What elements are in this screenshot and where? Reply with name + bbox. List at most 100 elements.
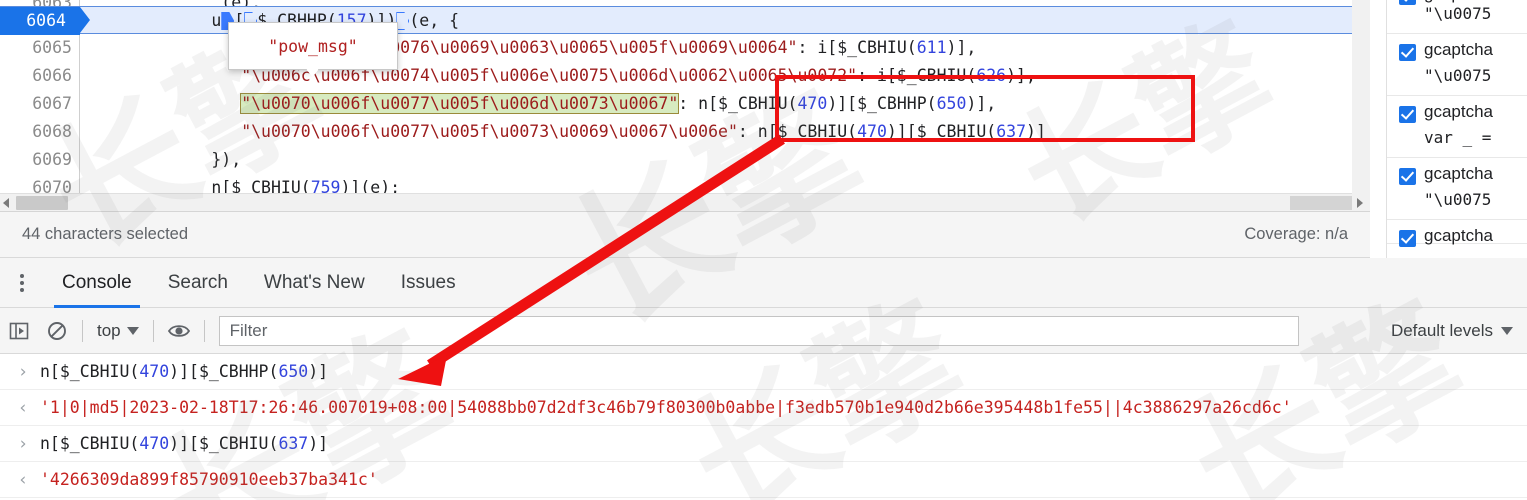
code-token: : i[$_CBHIU( <box>857 66 977 85</box>
console-filter-input[interactable] <box>229 320 1288 341</box>
more-options-icon[interactable] <box>0 258 44 308</box>
line-number: 6067 <box>32 94 72 113</box>
code-token: )][$_CBHIU( <box>169 434 279 453</box>
breakpoint-file-name: gcaptcha <box>1424 102 1493 121</box>
editor-vertical-scrollbar[interactable] <box>1352 0 1370 194</box>
breakpoint-file-name: gcaptcha <box>1424 226 1493 245</box>
code-line[interactable]: 6070 n[$_CBHIU(759)](e); <box>0 174 1370 194</box>
execution-context-label: top <box>97 320 121 340</box>
tab-console[interactable]: Console <box>44 258 150 308</box>
result-arrow-icon: ‹ <box>17 398 29 418</box>
code-text: "\u0070\u006f\u0077\u005f\u0073\u0069\u0… <box>82 118 1046 146</box>
input-arrow-icon: › <box>17 362 29 382</box>
chevron-down-icon <box>126 326 139 335</box>
console-message-text: '4266309da899f85790910eeb37ba341c' <box>40 470 378 489</box>
code-token: n[$_CBHIU( <box>211 178 311 194</box>
code-token: : i[$_CBHIU( <box>797 38 917 57</box>
code-token: 650 <box>936 94 967 113</box>
h-scrollbar-thumb-right[interactable] <box>1290 196 1352 210</box>
execution-context-selector[interactable]: top <box>89 316 147 346</box>
code-line[interactable]: 6065 "\u0064\u0065\u0076\u0069\u0063\u006… <box>0 34 1370 62</box>
console-filter-box[interactable] <box>218 315 1299 346</box>
selection-chip-outline <box>396 12 410 30</box>
console-input-row[interactable]: › n[$_CBHIU(470)][$_CBHHP(650)] <box>0 354 1527 390</box>
input-arrow-icon: › <box>17 434 29 454</box>
toolbar-divider <box>82 319 83 342</box>
editor-horizontal-scrollbar[interactable] <box>0 194 1370 212</box>
tab-issues[interactable]: Issues <box>383 258 474 308</box>
code-token: )], <box>1006 66 1036 85</box>
line-number: 6065 <box>32 38 72 57</box>
breakpoint-item[interactable]: gcaptcha var _ = <box>1387 96 1527 158</box>
breakpoint-item[interactable]: gcaptcha"\u0075 <box>1387 0 1527 34</box>
breakpoint-item[interactable]: gcaptcha"\u0075 <box>1387 158 1527 220</box>
result-arrow-icon: ‹ <box>17 470 29 490</box>
console-result-row[interactable]: ‹ '1|0|md5|2023-02-18T17:26:46.007019+08:… <box>0 390 1527 426</box>
code-text: "\u006c\u006f\u0074\u005f\u006e\u0075\u0… <box>82 62 1036 90</box>
line-number: 6068 <box>32 122 72 141</box>
breakpoint-code-snippet: var _ = <box>1424 128 1492 147</box>
line-number: 6066 <box>32 66 72 85</box>
tab-search[interactable]: Search <box>150 258 246 308</box>
code-line[interactable]: 6069}), <box>0 146 1370 174</box>
line-number: 6070 <box>32 178 72 194</box>
log-levels-selector[interactable]: Default levels <box>1385 321 1527 341</box>
code-line[interactable]: 6066 "\u006c\u006f\u0074\u005f\u006e\u007… <box>0 62 1370 90</box>
code-line[interactable]: 6067 "\u0070\u006f\u0077\u005f\u006d\u007… <box>0 90 1370 118</box>
code-lines-container[interactable]: 6063(e),6064u[$_CBHHP(157)])(e, {6065"\u… <box>0 0 1370 194</box>
console-input-row[interactable]: › n[$_CBHIU(470)][$_CBHIU(637)] <box>0 426 1527 462</box>
console-message-text: n[$_CBHIU(470)][$_CBHHP(650)] <box>40 354 328 390</box>
code-token: )], <box>946 38 977 57</box>
pow-msg-tooltip: "pow_msg" <box>228 22 398 70</box>
tab-label: Search <box>167 271 228 293</box>
code-line[interactable]: 6068 "\u0070\u006f\u0077\u005f\u0073\u006… <box>0 118 1370 146</box>
devtools-window: 6063(e),6064u[$_CBHHP(157)])(e, {6065"\u… <box>0 0 1527 500</box>
active-line-marker <box>80 7 90 33</box>
chevron-down-icon-levels <box>1501 326 1513 335</box>
code-token: 650 <box>278 362 309 381</box>
code-token: 637 <box>996 122 1027 141</box>
code-token: 626 <box>976 66 1007 85</box>
breakpoint-code-snippet: "\u0075 <box>1424 66 1492 85</box>
breakpoint-file-name: gcaptcha <box>1424 164 1493 183</box>
code-text: }), <box>82 146 241 174</box>
tab-what-s-new[interactable]: What's New <box>246 258 383 308</box>
code-token: 470 <box>139 362 170 381</box>
h-scrollbar-thumb[interactable] <box>16 196 68 210</box>
selection-status-text: 44 characters selected <box>22 225 189 243</box>
line-number: 6069 <box>32 150 72 169</box>
scroll-left-arrow-icon[interactable] <box>3 198 9 208</box>
clear-console-icon[interactable] <box>38 308 76 354</box>
code-token: )] <box>1026 122 1046 141</box>
code-token: )](e); <box>340 178 401 194</box>
line-number: 6064 <box>0 7 80 35</box>
breakpoint-item[interactable]: gcaptcha"\u0075 <box>1387 34 1527 96</box>
toolbar-divider-2 <box>152 319 154 342</box>
code-text: "\u0064\u0065\u0076\u0069\u0063\u0065\u0… <box>82 34 976 62</box>
code-token: "\u0070\u006f\u0077\u005f\u006d\u0073\u0… <box>240 93 680 114</box>
scroll-right-arrow-icon[interactable] <box>1357 198 1363 208</box>
code-line[interactable]: 6064 u[$_CBHHP(157)]) (e, { <box>0 6 1370 35</box>
live-expression-icon[interactable] <box>160 308 198 354</box>
breakpoint-item[interactable]: gcaptcha <box>1387 220 1527 247</box>
console-sidebar-toggle-icon[interactable] <box>0 308 38 354</box>
breakpoint-checkbox[interactable] <box>1399 0 1416 5</box>
console-messages-list[interactable]: › n[$_CBHIU(470)][$_CBHHP(650)] ‹ '1|0|md5|… <box>0 354 1527 500</box>
code-token: )] <box>308 362 329 381</box>
sources-code-editor[interactable]: 6063(e),6064u[$_CBHHP(157)])(e, {6065"\u… <box>0 0 1370 194</box>
code-token: )][$_CBHHP( <box>169 362 279 381</box>
breakpoints-side-panel[interactable]: gcaptcha "\u0075 gcaptcha "\u0075 gcaptcha va… <box>1386 0 1527 258</box>
console-result-row[interactable]: ‹ '4266309da899f85790910eeb37ba341c' <box>0 462 1527 498</box>
code-token: 637 <box>278 434 309 453</box>
code-token: n[$_CBHIU( <box>40 362 140 381</box>
breakpoint-checkbox[interactable] <box>1399 230 1416 247</box>
breakpoint-checkbox[interactable] <box>1399 44 1416 61</box>
breakpoint-checkbox[interactable] <box>1399 106 1416 123</box>
code-token: : n[$_CBHIU( <box>678 94 798 113</box>
devtools-drawer: Console Search What's New Issues top Fil… <box>0 258 1527 500</box>
coverage-status-text: Coverage: n/a <box>1244 225 1348 243</box>
code-token: 470 <box>797 94 828 113</box>
breakpoint-checkbox[interactable] <box>1399 168 1416 185</box>
code-text: (e), <box>82 0 261 6</box>
toolbar-divider-3 <box>203 319 205 342</box>
